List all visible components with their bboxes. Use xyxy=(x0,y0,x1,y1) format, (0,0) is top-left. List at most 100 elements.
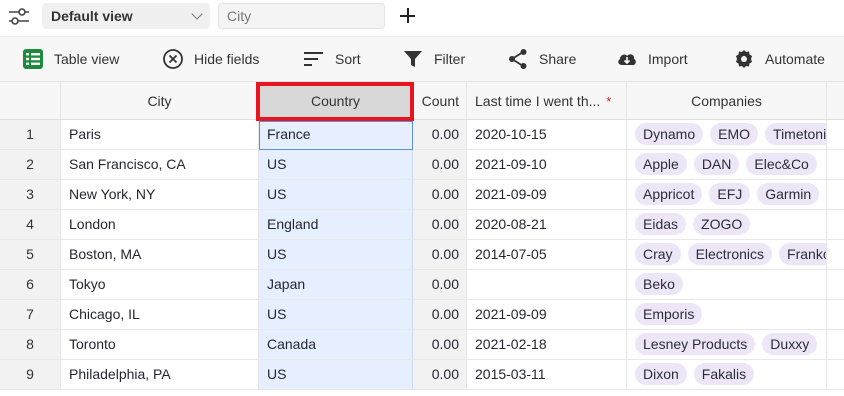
row-number[interactable]: 5 xyxy=(0,240,61,269)
company-chip[interactable]: Cray xyxy=(635,243,681,266)
row-number[interactable]: 9 xyxy=(0,360,61,389)
cell-last-visit[interactable] xyxy=(467,270,627,299)
row-number[interactable]: 6 xyxy=(0,270,61,299)
table-view-button[interactable]: Table view xyxy=(22,37,119,81)
cell-city[interactable]: Chicago, IL xyxy=(61,300,259,329)
table-row[interactable]: 6 Tokyo Japan 0.00 Beko xyxy=(0,270,844,300)
view-select[interactable]: Default view xyxy=(42,3,210,29)
import-label: Import xyxy=(648,51,688,67)
cell-count[interactable]: 0.00 xyxy=(413,120,467,149)
cell-country[interactable]: US xyxy=(259,180,413,209)
column-header-companies[interactable]: Companies xyxy=(627,82,827,119)
table-row[interactable]: 3 New York, NY US 0.00 2021-09-09 Appricot EFJ… xyxy=(0,180,844,210)
table-row[interactable]: 7 Chicago, IL US 0.00 2021-09-09 Emporis xyxy=(0,300,844,330)
row-number[interactable]: 1 xyxy=(0,120,61,149)
company-chip[interactable]: Emporis xyxy=(635,303,703,326)
cell-city[interactable]: Philadelphia, PA xyxy=(61,360,259,389)
cell-count[interactable]: 0.00 xyxy=(413,210,467,239)
company-chip[interactable]: Eidas xyxy=(635,213,687,236)
add-view-button[interactable] xyxy=(398,6,418,26)
cell-count[interactable]: 0.00 xyxy=(413,270,467,299)
table-row[interactable]: 5 Boston, MA US 0.00 2014-07-05 Cray Electroni… xyxy=(0,240,844,270)
filter-button[interactable]: Filter xyxy=(402,37,465,81)
share-button[interactable]: Share xyxy=(507,37,576,81)
cell-last-visit[interactable]: 2020-08-21 xyxy=(467,210,627,239)
cell-last-visit[interactable]: 2021-09-09 xyxy=(467,300,627,329)
cell-count[interactable]: 0.00 xyxy=(413,240,467,269)
cell-country[interactable]: US xyxy=(259,360,413,389)
cell-companies[interactable]: Beko xyxy=(627,270,827,299)
company-chip[interactable]: Garmin xyxy=(757,183,820,206)
sort-button[interactable]: Sort xyxy=(303,37,361,81)
cell-city[interactable]: London xyxy=(61,210,259,239)
cell-country[interactable]: US xyxy=(259,150,413,179)
cell-companies[interactable]: Eidas ZOGO xyxy=(627,210,827,239)
cell-count[interactable]: 0.00 xyxy=(413,300,467,329)
company-chip[interactable]: Dynamo xyxy=(635,123,704,146)
import-button[interactable]: Import xyxy=(616,37,688,81)
row-number[interactable]: 2 xyxy=(0,150,61,179)
cell-country[interactable]: Canada xyxy=(259,330,413,359)
cell-last-visit[interactable]: 2014-07-05 xyxy=(467,240,627,269)
cell-companies[interactable]: Emporis xyxy=(627,300,827,329)
row-number[interactable]: 8 xyxy=(0,330,61,359)
company-chip[interactable]: Apple xyxy=(635,153,687,176)
view-settings-icon[interactable] xyxy=(8,7,30,27)
company-chip[interactable]: Fakalis xyxy=(693,363,755,386)
cell-last-visit[interactable]: 2020-10-15 xyxy=(467,120,627,149)
row-number[interactable]: 7 xyxy=(0,300,61,329)
company-chip[interactable]: Electronics xyxy=(687,243,773,266)
company-chip[interactable]: Franko xyxy=(779,243,826,266)
cell-country[interactable]: France xyxy=(259,120,413,149)
cell-count[interactable]: 0.00 xyxy=(413,150,467,179)
row-number[interactable]: 4 xyxy=(0,210,61,239)
company-chip[interactable]: Lesney Products xyxy=(635,333,756,356)
row-number[interactable]: 3 xyxy=(0,180,61,209)
cell-city[interactable]: Toronto xyxy=(61,330,259,359)
cell-city[interactable]: Tokyo xyxy=(61,270,259,299)
company-chip[interactable]: Elec&Co xyxy=(746,153,817,176)
company-chip[interactable]: Duxxy xyxy=(762,333,818,356)
cell-last-visit[interactable]: 2015-03-11 xyxy=(467,360,627,389)
cell-country[interactable]: US xyxy=(259,240,413,269)
column-header-city[interactable]: City xyxy=(61,82,259,119)
company-chip[interactable]: Beko xyxy=(635,273,683,296)
column-header-country[interactable]: Country xyxy=(259,82,413,119)
table-row[interactable]: 1 Paris France 0.00 2020-10-15 Dynamo EMO Timet… xyxy=(0,120,844,150)
company-chip[interactable]: EMO xyxy=(710,123,759,146)
company-chip[interactable]: EFJ xyxy=(709,183,751,206)
cell-last-visit[interactable]: 2021-09-10 xyxy=(467,150,627,179)
company-chip[interactable]: ZOGO xyxy=(693,213,751,236)
cell-companies[interactable]: Cray Electronics Franko xyxy=(627,240,827,269)
table-row[interactable]: 2 San Francisco, CA US 0.00 2021-09-10 Apple D… xyxy=(0,150,844,180)
cell-last-visit[interactable]: 2021-02-18 xyxy=(467,330,627,359)
table-row[interactable]: 9 Philadelphia, PA US 0.00 2015-03-11 Dixon Fa… xyxy=(0,360,844,390)
table-row[interactable]: 4 London England 0.00 2020-08-21 Eidas ZOGO xyxy=(0,210,844,240)
cell-country[interactable]: Japan xyxy=(259,270,413,299)
cell-companies[interactable]: Apple DAN Elec&Co xyxy=(627,150,827,179)
cell-companies[interactable]: Lesney Products Duxxy xyxy=(627,330,827,359)
cell-city[interactable]: Boston, MA xyxy=(61,240,259,269)
table-row[interactable]: 8 Toronto Canada 0.00 2021-02-18 Lesney Produ… xyxy=(0,330,844,360)
cell-city[interactable]: San Francisco, CA xyxy=(61,150,259,179)
cell-city[interactable]: Paris xyxy=(61,120,259,149)
company-chip[interactable]: Timetoni xyxy=(765,123,826,146)
company-chip[interactable]: Appricot xyxy=(635,183,703,206)
company-chip[interactable]: Dixon xyxy=(635,363,687,386)
cell-companies[interactable]: Dynamo EMO Timetoni xyxy=(627,120,827,149)
cell-companies[interactable]: Dixon Fakalis xyxy=(627,360,827,389)
cell-count[interactable]: 0.00 xyxy=(413,360,467,389)
automate-button[interactable]: Automate xyxy=(733,37,825,81)
hide-fields-button[interactable]: Hide fields xyxy=(162,37,259,81)
cell-last-visit[interactable]: 2021-09-09 xyxy=(467,180,627,209)
cell-country[interactable]: England xyxy=(259,210,413,239)
cell-companies[interactable]: Appricot EFJ Garmin xyxy=(627,180,827,209)
cell-country[interactable]: US xyxy=(259,300,413,329)
column-header-count[interactable]: Count xyxy=(413,82,467,119)
column-header-last-visit[interactable]: Last time I went th... * xyxy=(467,82,627,119)
search-input[interactable]: City xyxy=(218,3,385,29)
company-chip[interactable]: DAN xyxy=(693,153,740,176)
cell-count[interactable]: 0.00 xyxy=(413,180,467,209)
cell-count[interactable]: 0.00 xyxy=(413,330,467,359)
cell-city[interactable]: New York, NY xyxy=(61,180,259,209)
